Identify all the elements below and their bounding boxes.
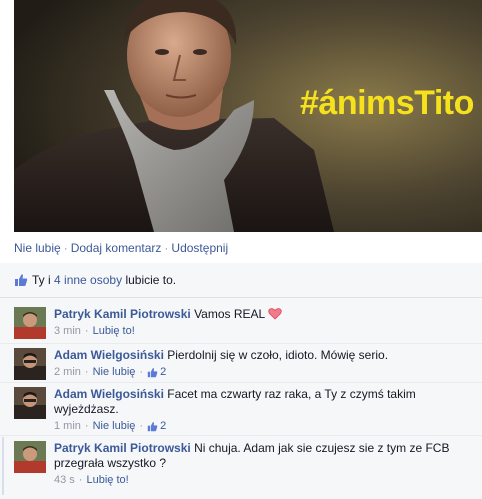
separator: · <box>63 241 68 255</box>
comment-item: Patryk Kamil Piotrowski Ni chuja. Adam j… <box>0 441 482 491</box>
comment-like-count[interactable]: 2 <box>147 365 166 380</box>
divider <box>0 343 482 344</box>
avatar[interactable] <box>14 441 46 473</box>
like-count-value: 2 <box>160 366 167 378</box>
thumbs-up-icon <box>147 368 158 378</box>
thumbs-up-icon <box>147 422 158 432</box>
unlike-link[interactable]: Nie lubię <box>14 241 61 255</box>
comment-text: Pierdolnij się w czoło, idioto. Mówię se… <box>167 348 389 362</box>
comment-author[interactable]: Patryk Kamil Piotrowski <box>54 441 191 455</box>
comment-item: Adam Wielgosiński Facet ma czwarty raz r… <box>0 387 482 435</box>
likes-summary: Ty i 4 inne osoby lubicie to. <box>0 263 482 298</box>
avatar[interactable] <box>14 348 46 380</box>
comment-author[interactable]: Adam Wielgosiński <box>54 387 164 401</box>
add-comment-link[interactable]: Dodaj komentarz <box>71 241 162 255</box>
hashtag-overlay: #ánimsTito <box>300 84 474 122</box>
comment-author[interactable]: Adam Wielgosiński <box>54 348 164 362</box>
post-actions: Nie lubię · Dodaj komentarz · Udostępnij <box>14 241 228 255</box>
post-photo[interactable]: #ánimsTito <box>14 0 482 232</box>
comment-text: Vamos REAL <box>194 307 266 321</box>
like-comment-link[interactable]: Lubię to! <box>93 324 135 339</box>
likes-and: i <box>48 273 51 287</box>
unlike-comment-link[interactable]: Nie lubię <box>93 365 136 380</box>
thumbs-up-icon <box>15 274 28 286</box>
comment-timestamp[interactable]: 1 min <box>54 419 81 434</box>
like-comment-link[interactable]: Lubię to! <box>86 473 128 488</box>
divider <box>0 382 482 383</box>
divider <box>0 435 482 436</box>
unlike-comment-link[interactable]: Nie lubię <box>93 419 136 434</box>
comment-author[interactable]: Patryk Kamil Piotrowski <box>54 307 191 321</box>
comment-item: Adam Wielgosiński Pierdolnij się w czoło… <box>0 348 482 382</box>
share-link[interactable]: Udostępnij <box>171 241 228 255</box>
comment-timestamp[interactable]: 2 min <box>54 365 81 380</box>
comment-item: Patryk Kamil Piotrowski Vamos REAL 3 min… <box>0 307 482 345</box>
like-count-value: 2 <box>160 420 167 432</box>
comment-like-count[interactable]: 2 <box>147 419 166 434</box>
likes-suffix: lubicie to. <box>125 273 177 287</box>
likes-you: Ty <box>32 273 45 287</box>
avatar[interactable] <box>14 387 46 419</box>
avatar[interactable] <box>14 307 46 339</box>
comment-timestamp[interactable]: 43 s <box>54 473 75 488</box>
heart-icon <box>268 308 282 320</box>
separator: · <box>164 241 169 255</box>
comment-timestamp[interactable]: 3 min <box>54 324 81 339</box>
likes-others-link[interactable]: 4 inne osoby <box>54 273 122 287</box>
